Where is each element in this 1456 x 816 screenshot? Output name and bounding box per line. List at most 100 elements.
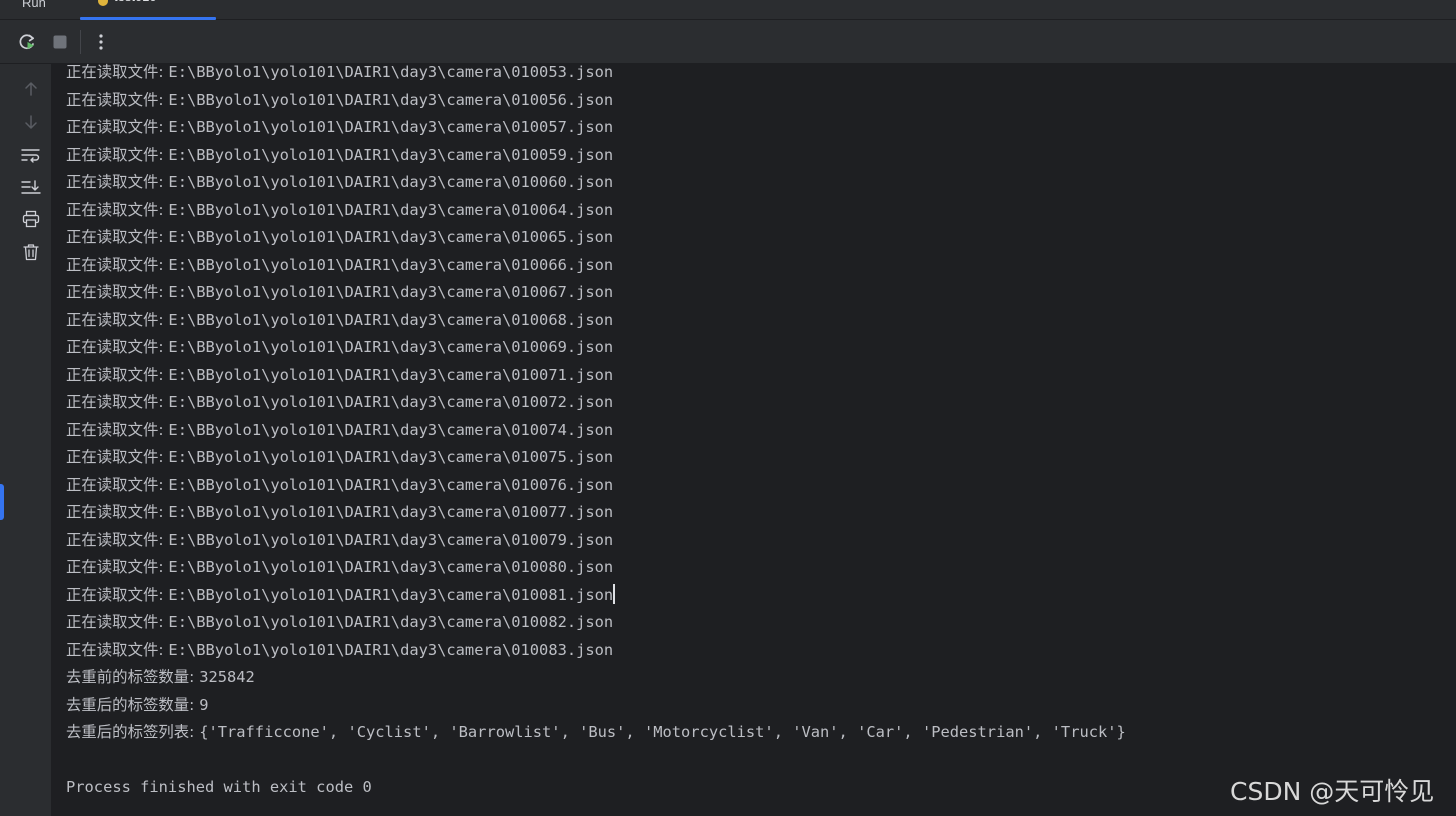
more-options-icon (99, 34, 103, 50)
file-path: E:\BByolo1\yolo101\DAIR1\day3\camera\010… (168, 255, 614, 274)
rerun-button[interactable] (15, 30, 39, 54)
line-prefix: 正在读取文件: (66, 503, 169, 521)
line-prefix: 正在读取文件: (66, 228, 169, 246)
tab-bar: Run test010 × (0, 0, 1456, 20)
line-prefix: 正在读取文件: (66, 338, 169, 356)
file-path: E:\BByolo1\yolo101\DAIR1\day3\camera\010… (168, 90, 614, 109)
file-path: E:\BByolo1\yolo101\DAIR1\day3\camera\010… (168, 503, 614, 521)
exit-message: Process finished with exit code 0 (66, 778, 372, 796)
arrow-up-icon (25, 82, 37, 96)
csdn-watermark: CSDN @天可怜见 (1230, 777, 1435, 806)
summary-value: {'Trafficcone', 'Cyclist', 'Barrowlist',… (199, 723, 1126, 741)
file-path: E:\BByolo1\yolo101\DAIR1\day3\camera\010… (168, 530, 614, 549)
toolbar-separator (80, 30, 81, 54)
summary-label: 去重后的标签列表: (66, 723, 200, 741)
line-prefix: 正在读取文件: (66, 283, 169, 301)
line-prefix: 正在读取文件: (66, 640, 169, 659)
console-line: 正在读取文件: E:\BByolo1\yolo101\DAIR1\day3\ca… (66, 554, 613, 580)
console-line: 正在读取文件: E:\BByolo1\yolo101\DAIR1\day3\ca… (66, 87, 613, 113)
console-line: 正在读取文件: E:\BByolo1\yolo101\DAIR1\day3\ca… (66, 114, 613, 140)
line-prefix: 正在读取文件: (66, 475, 169, 494)
line-prefix: 正在读取文件: (66, 63, 169, 81)
more-options-button[interactable] (89, 30, 113, 54)
print-icon (22, 210, 40, 228)
console-line: 正在读取文件: E:\BByolo1\yolo101\DAIR1\day3\ca… (66, 142, 613, 168)
line-prefix: 正在读取文件: (66, 365, 169, 384)
console-line: 正在读取文件: E:\BByolo1\yolo101\DAIR1\day3\ca… (66, 224, 613, 250)
rerun-icon (19, 34, 35, 50)
line-prefix: 正在读取文件: (66, 530, 169, 549)
console-line: 正在读取文件: E:\BByolo1\yolo101\DAIR1\day3\ca… (66, 279, 613, 305)
stop-button[interactable] (48, 30, 72, 54)
summary-line: 去重后的标签列表: {'Trafficcone', 'Cyclist', 'Ba… (66, 719, 1126, 745)
previous-occurrence-button[interactable] (18, 76, 44, 102)
file-path: E:\BByolo1\yolo101\DAIR1\day3\camera\010… (168, 640, 614, 659)
file-path: E:\BByolo1\yolo101\DAIR1\day3\camera\010… (168, 585, 614, 604)
file-path: E:\BByolo1\yolo101\DAIR1\day3\camera\010… (168, 420, 614, 439)
clear-all-button[interactable] (18, 239, 44, 265)
file-path: E:\BByolo1\yolo101\DAIR1\day3\camera\010… (168, 283, 614, 301)
python-file-icon (98, 0, 108, 6)
console-line: 正在读取文件: E:\BByolo1\yolo101\DAIR1\day3\ca… (66, 252, 613, 278)
summary-value: 9 (199, 695, 209, 714)
line-prefix: 正在读取文件: (66, 90, 169, 109)
scroll-to-end-button[interactable] (18, 174, 44, 200)
soft-wrap-button[interactable] (18, 142, 44, 168)
line-prefix: 正在读取文件: (66, 613, 169, 631)
file-path: E:\BByolo1\yolo101\DAIR1\day3\camera\010… (168, 310, 614, 329)
console-line: 正在读取文件: E:\BByolo1\yolo101\DAIR1\day3\ca… (66, 444, 613, 470)
line-prefix: 正在读取文件: (66, 393, 169, 411)
line-prefix: 正在读取文件: (66, 200, 169, 219)
console-line: 正在读取文件: E:\BByolo1\yolo101\DAIR1\day3\ca… (66, 197, 613, 223)
line-prefix: 正在读取文件: (66, 558, 169, 576)
summary-line: 去重后的标签数量: 9 (66, 692, 208, 718)
console-line: 正在读取文件: E:\BByolo1\yolo101\DAIR1\day3\ca… (66, 472, 613, 498)
arrow-down-icon (25, 115, 37, 129)
console-line: 正在读取文件: E:\BByolo1\yolo101\DAIR1\day3\ca… (66, 417, 613, 443)
console-line: 正在读取文件: E:\BByolo1\yolo101\DAIR1\day3\ca… (66, 362, 613, 388)
console-line: 正在读取文件: E:\BByolo1\yolo101\DAIR1\day3\ca… (66, 389, 613, 415)
line-prefix: 正在读取文件: (66, 420, 169, 439)
console-output[interactable]: 正在读取文件: E:\BByolo1\yolo101\DAIR1\day3\ca… (52, 63, 1456, 816)
tool-window-edge-marker (0, 484, 4, 520)
line-prefix: 正在读取文件: (66, 585, 169, 604)
file-path: E:\BByolo1\yolo101\DAIR1\day3\camera\010… (168, 228, 614, 246)
console-line: 正在读取文件: E:\BByolo1\yolo101\DAIR1\day3\ca… (66, 637, 613, 663)
stop-icon (53, 35, 67, 49)
print-button[interactable] (18, 206, 44, 232)
file-path: E:\BByolo1\yolo101\DAIR1\day3\camera\010… (168, 338, 614, 356)
console-line: 正在读取文件: E:\BByolo1\yolo101\DAIR1\day3\ca… (66, 582, 616, 608)
summary-value: 325842 (199, 668, 255, 686)
file-path: E:\BByolo1\yolo101\DAIR1\day3\camera\010… (168, 475, 614, 494)
file-path: E:\BByolo1\yolo101\DAIR1\day3\camera\010… (168, 145, 614, 164)
scroll-to-end-icon (21, 180, 41, 194)
summary-label: 去重前的标签数量: (66, 668, 200, 686)
console-line: 正在读取文件: E:\BByolo1\yolo101\DAIR1\day3\ca… (66, 169, 613, 195)
console-line: 正在读取文件: E:\BByolo1\yolo101\DAIR1\day3\ca… (66, 59, 613, 85)
line-prefix: 正在读取文件: (66, 173, 169, 191)
console-side-toolbar (0, 64, 52, 816)
file-path: E:\BByolo1\yolo101\DAIR1\day3\camera\010… (168, 613, 614, 631)
run-toolbar (0, 20, 1456, 64)
next-occurrence-button[interactable] (18, 109, 44, 135)
tab-run-label: Run (22, 0, 46, 10)
tab-run[interactable]: Run (22, 0, 72, 20)
file-path: E:\BByolo1\yolo101\DAIR1\day3\camera\010… (168, 365, 614, 384)
soft-wrap-icon (21, 149, 40, 163)
summary-label: 去重后的标签数量: (66, 695, 200, 714)
line-prefix: 正在读取文件: (66, 448, 169, 466)
line-prefix: 正在读取文件: (66, 255, 169, 274)
summary-line: 去重前的标签数量: 325842 (66, 664, 255, 690)
file-path: E:\BByolo1\yolo101\DAIR1\day3\camera\010… (168, 173, 614, 191)
console-line: 正在读取文件: E:\BByolo1\yolo101\DAIR1\day3\ca… (66, 609, 613, 635)
console-line: 正在读取文件: E:\BByolo1\yolo101\DAIR1\day3\ca… (66, 499, 613, 525)
trash-icon (23, 244, 39, 261)
line-prefix: 正在读取文件: (66, 310, 169, 329)
line-prefix: 正在读取文件: (66, 118, 169, 136)
file-path: E:\BByolo1\yolo101\DAIR1\day3\camera\010… (168, 393, 614, 411)
file-path: E:\BByolo1\yolo101\DAIR1\day3\camera\010… (168, 558, 614, 576)
console-line: 正在读取文件: E:\BByolo1\yolo101\DAIR1\day3\ca… (66, 307, 613, 333)
file-path: E:\BByolo1\yolo101\DAIR1\day3\camera\010… (168, 448, 614, 466)
console-line: 正在读取文件: E:\BByolo1\yolo101\DAIR1\day3\ca… (66, 334, 613, 360)
console-line: 正在读取文件: E:\BByolo1\yolo101\DAIR1\day3\ca… (66, 527, 613, 553)
